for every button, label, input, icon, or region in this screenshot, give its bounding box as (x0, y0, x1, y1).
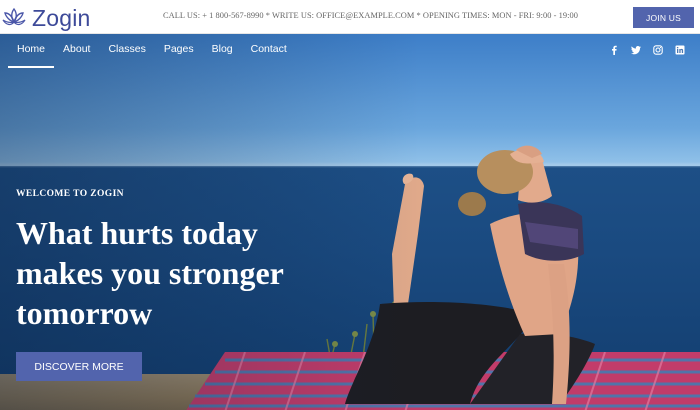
brand-name: Zogin (32, 5, 91, 31)
nav-item-blog[interactable]: Blog (203, 42, 242, 68)
nav-item-classes[interactable]: Classes (99, 42, 154, 68)
main-nav: Home About Classes Pages Blog Contact (8, 42, 296, 68)
instagram-icon[interactable] (652, 44, 664, 56)
brand-logo[interactable]: Zogin (2, 5, 91, 31)
hero-eyebrow: WELCOME TO ZOGIN (16, 189, 124, 199)
hero-headline: What hurts today makes you stronger tomo… (16, 213, 356, 333)
hero-headline-line: makes you stronger (16, 255, 284, 291)
hero-headline-line: tomorrow (16, 295, 153, 331)
facebook-icon[interactable] (608, 44, 620, 56)
lotus-icon (2, 7, 26, 29)
nav-item-home[interactable]: Home (8, 42, 55, 68)
twitter-icon[interactable] (630, 44, 642, 56)
join-us-button[interactable]: JOIN US (633, 7, 694, 28)
top-bar: Zogin CALL US: + 1 800-567-8990 * WRITE … (0, 0, 700, 34)
hero-section: WELCOME TO ZOGIN What hurts today makes … (0, 34, 700, 410)
nav-item-about[interactable]: About (54, 42, 99, 68)
discover-more-button[interactable]: DISCOVER MORE (16, 352, 142, 381)
social-links (608, 44, 686, 56)
linkedin-icon[interactable] (674, 44, 686, 56)
contact-info: CALL US: + 1 800-567-8990 * WRITE US: OF… (163, 11, 578, 20)
nav-item-contact[interactable]: Contact (242, 42, 296, 68)
hero-headline-line: What hurts today (16, 215, 258, 251)
nav-item-pages[interactable]: Pages (155, 42, 203, 68)
